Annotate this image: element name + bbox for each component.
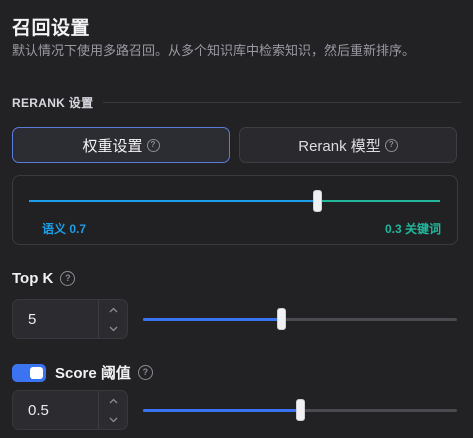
score-threshold-slider-handle[interactable] [296,399,305,421]
keyword-weight-track[interactable] [316,200,440,202]
tab-weight-label: 权重设置 [82,137,143,155]
score-threshold-label: Score 阈值 [55,365,131,382]
chevron-down-icon[interactable] [99,410,127,429]
help-icon[interactable]: ? [146,138,160,152]
top-k-label: Top K [12,270,54,287]
rerank-section-header: RERANK 设置 [12,92,461,112]
score-threshold-label-row: Score 阈值 ? [12,362,153,383]
toggle-knob [30,366,43,379]
chevron-down-icon[interactable] [99,319,127,338]
section-divider [103,101,461,103]
score-threshold-toggle[interactable] [12,363,46,382]
tab-weight-settings[interactable]: 权重设置 ? [12,127,230,163]
keyword-weight-label: 0.3 关键词 [384,222,441,236]
panel-title: 召回设置 [12,18,91,39]
top-k-slider-handle[interactable] [277,308,287,330]
retrieval-settings-panel: 召回设置 默认情况下使用多路召回。从多个知识库中检索知识，然后重新排序。 RER… [0,0,473,438]
section-label: RERANK 设置 [12,95,94,110]
chevron-up-icon[interactable] [99,391,127,410]
help-icon[interactable]: ? [137,365,153,380]
weight-slider-handle[interactable] [312,190,322,212]
tab-rerank-label: Rerank 模型 [298,137,381,155]
chevron-up-icon[interactable] [99,300,127,319]
top-k-input[interactable]: 5 [12,299,128,339]
top-k-label-row: Top K ? [12,270,76,287]
semantic-weight-label: 语义 0.7 [42,222,87,236]
weight-balance-card: 语义 0.7 0.3 关键词 [12,175,458,245]
score-threshold-input[interactable]: 0.5 [12,390,128,430]
help-icon[interactable]: ? [384,138,398,152]
semantic-weight-track[interactable] [29,200,317,202]
top-k-stepper [98,300,127,338]
top-k-slider-fill [143,318,282,321]
top-k-slider[interactable] [143,308,457,330]
top-k-value[interactable]: 5 [13,311,98,328]
tab-rerank-model[interactable]: Rerank 模型 ? [239,127,457,163]
panel-description: 默认情况下使用多路召回。从多个知识库中检索知识，然后重新排序。 [12,43,416,58]
help-icon[interactable]: ? [60,271,76,286]
score-threshold-stepper [98,391,127,429]
score-threshold-slider-fill [143,409,300,412]
score-threshold-value[interactable]: 0.5 [13,402,98,419]
score-threshold-slider[interactable] [143,399,457,421]
